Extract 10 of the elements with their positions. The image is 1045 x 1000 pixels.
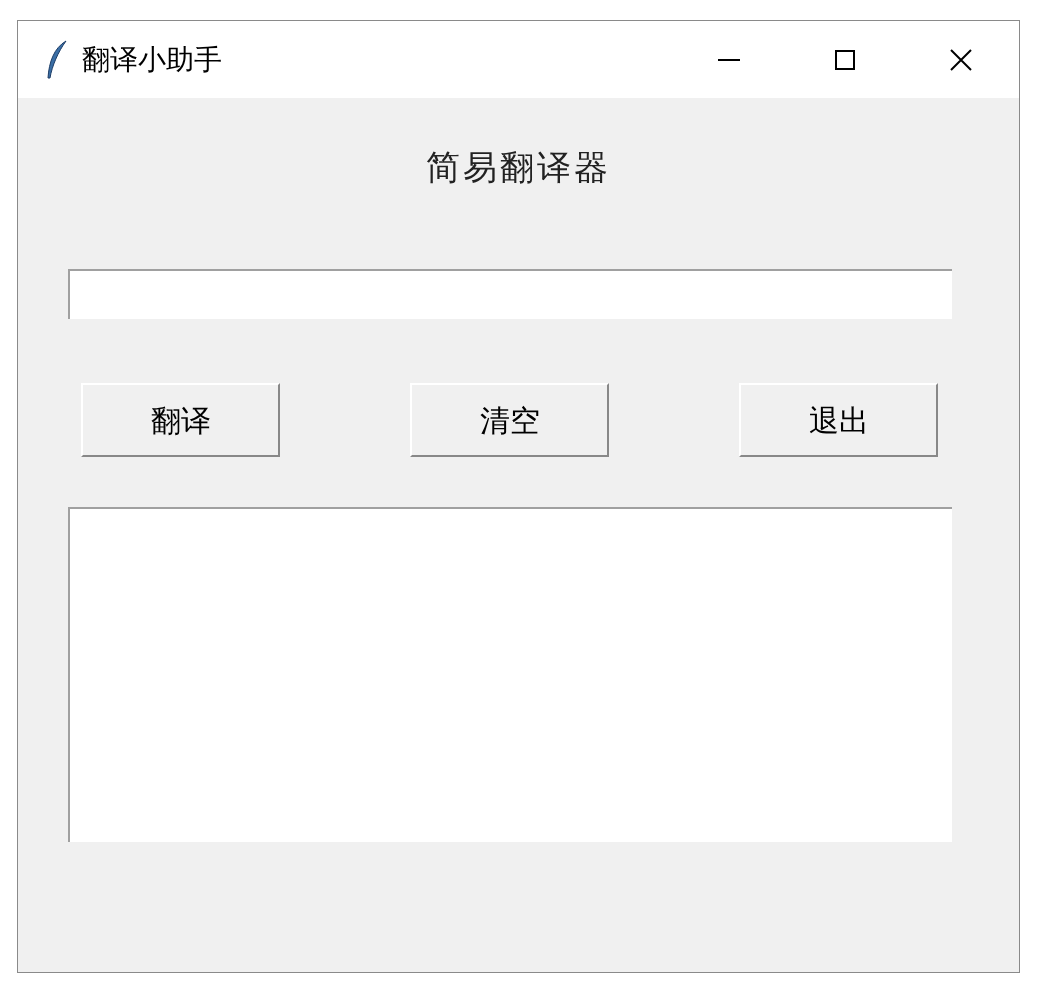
maximize-icon[interactable] bbox=[835, 49, 855, 70]
minimize-icon[interactable] bbox=[718, 58, 740, 61]
action-button[interactable]: 退出 bbox=[739, 383, 938, 457]
action-button[interactable]: 清空 bbox=[410, 383, 609, 457]
close-icon[interactable] bbox=[950, 48, 972, 71]
heading: 简易翻译器 bbox=[426, 146, 611, 189]
input-field[interactable] bbox=[68, 269, 952, 319]
window-title: 翻译小助手 bbox=[82, 41, 222, 78]
feather-icon bbox=[46, 39, 68, 80]
action-button[interactable]: 翻译 bbox=[81, 383, 280, 457]
